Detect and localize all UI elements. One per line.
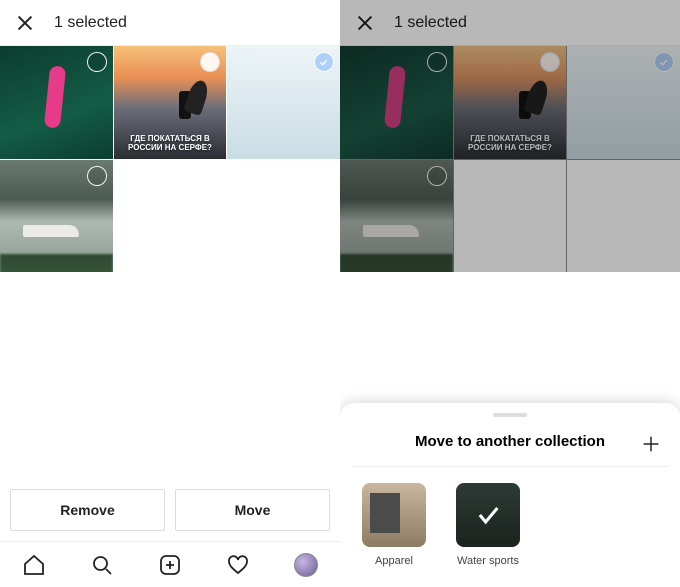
sheet-header: Move to another collection	[352, 427, 668, 467]
collection-label: Water sports	[457, 555, 519, 567]
profile-avatar[interactable]	[294, 553, 318, 577]
thumbnail[interactable]: ГДЕ ПОКАТАТЬСЯ В РОССИИ НА СЕРФЕ?	[114, 46, 227, 159]
action-row: Remove Move	[0, 479, 340, 541]
search-icon[interactable]	[90, 553, 114, 577]
add-collection-icon[interactable]	[640, 433, 662, 455]
close-icon[interactable]	[14, 12, 36, 34]
move-button[interactable]: Move	[175, 489, 330, 531]
checkmark-icon[interactable]	[314, 52, 334, 72]
thumbnail-caption: ГДЕ ПОКАТАТЬСЯ В РОССИИ НА СЕРФЕ?	[114, 134, 227, 152]
empty-cell	[114, 160, 227, 273]
remove-button[interactable]: Remove	[10, 489, 165, 531]
collections-row: Apparel Water sports	[352, 467, 668, 571]
collection-label: Apparel	[375, 555, 413, 567]
activity-icon[interactable]	[226, 553, 250, 577]
tab-bar	[0, 541, 340, 587]
sheet-title: Move to another collection	[415, 433, 605, 452]
grabber-icon[interactable]	[493, 413, 527, 417]
collection-thumb-selected	[456, 483, 520, 547]
header: 1 selected	[0, 0, 340, 46]
header-title: 1 selected	[54, 14, 127, 32]
new-post-icon[interactable]	[158, 553, 182, 577]
select-circle-icon[interactable]	[87, 52, 107, 72]
collection-thumb	[362, 483, 426, 547]
pane-move-sheet: 1 selected ГДЕ ПОКАТАТЬСЯ В РОССИИ НА СЕ…	[340, 0, 680, 587]
bottom-sheet: Move to another collection Apparel Water…	[340, 403, 680, 587]
collection-apparel[interactable]: Apparel	[358, 483, 430, 567]
thumbnail[interactable]	[0, 160, 113, 273]
thumbnail-selected[interactable]	[227, 46, 340, 159]
select-circle-icon[interactable]	[87, 166, 107, 186]
empty-cell	[227, 160, 340, 273]
thumbnail[interactable]	[0, 46, 113, 159]
home-icon[interactable]	[22, 553, 46, 577]
multi-icon[interactable]	[200, 52, 220, 72]
pane-selection: 1 selected ГДЕ ПОКАТАТЬСЯ В РОССИИ НА СЕ…	[0, 0, 340, 587]
collection-water-sports[interactable]: Water sports	[452, 483, 524, 567]
thumbnail-grid: ГДЕ ПОКАТАТЬСЯ В РОССИИ НА СЕРФЕ?	[0, 46, 340, 272]
